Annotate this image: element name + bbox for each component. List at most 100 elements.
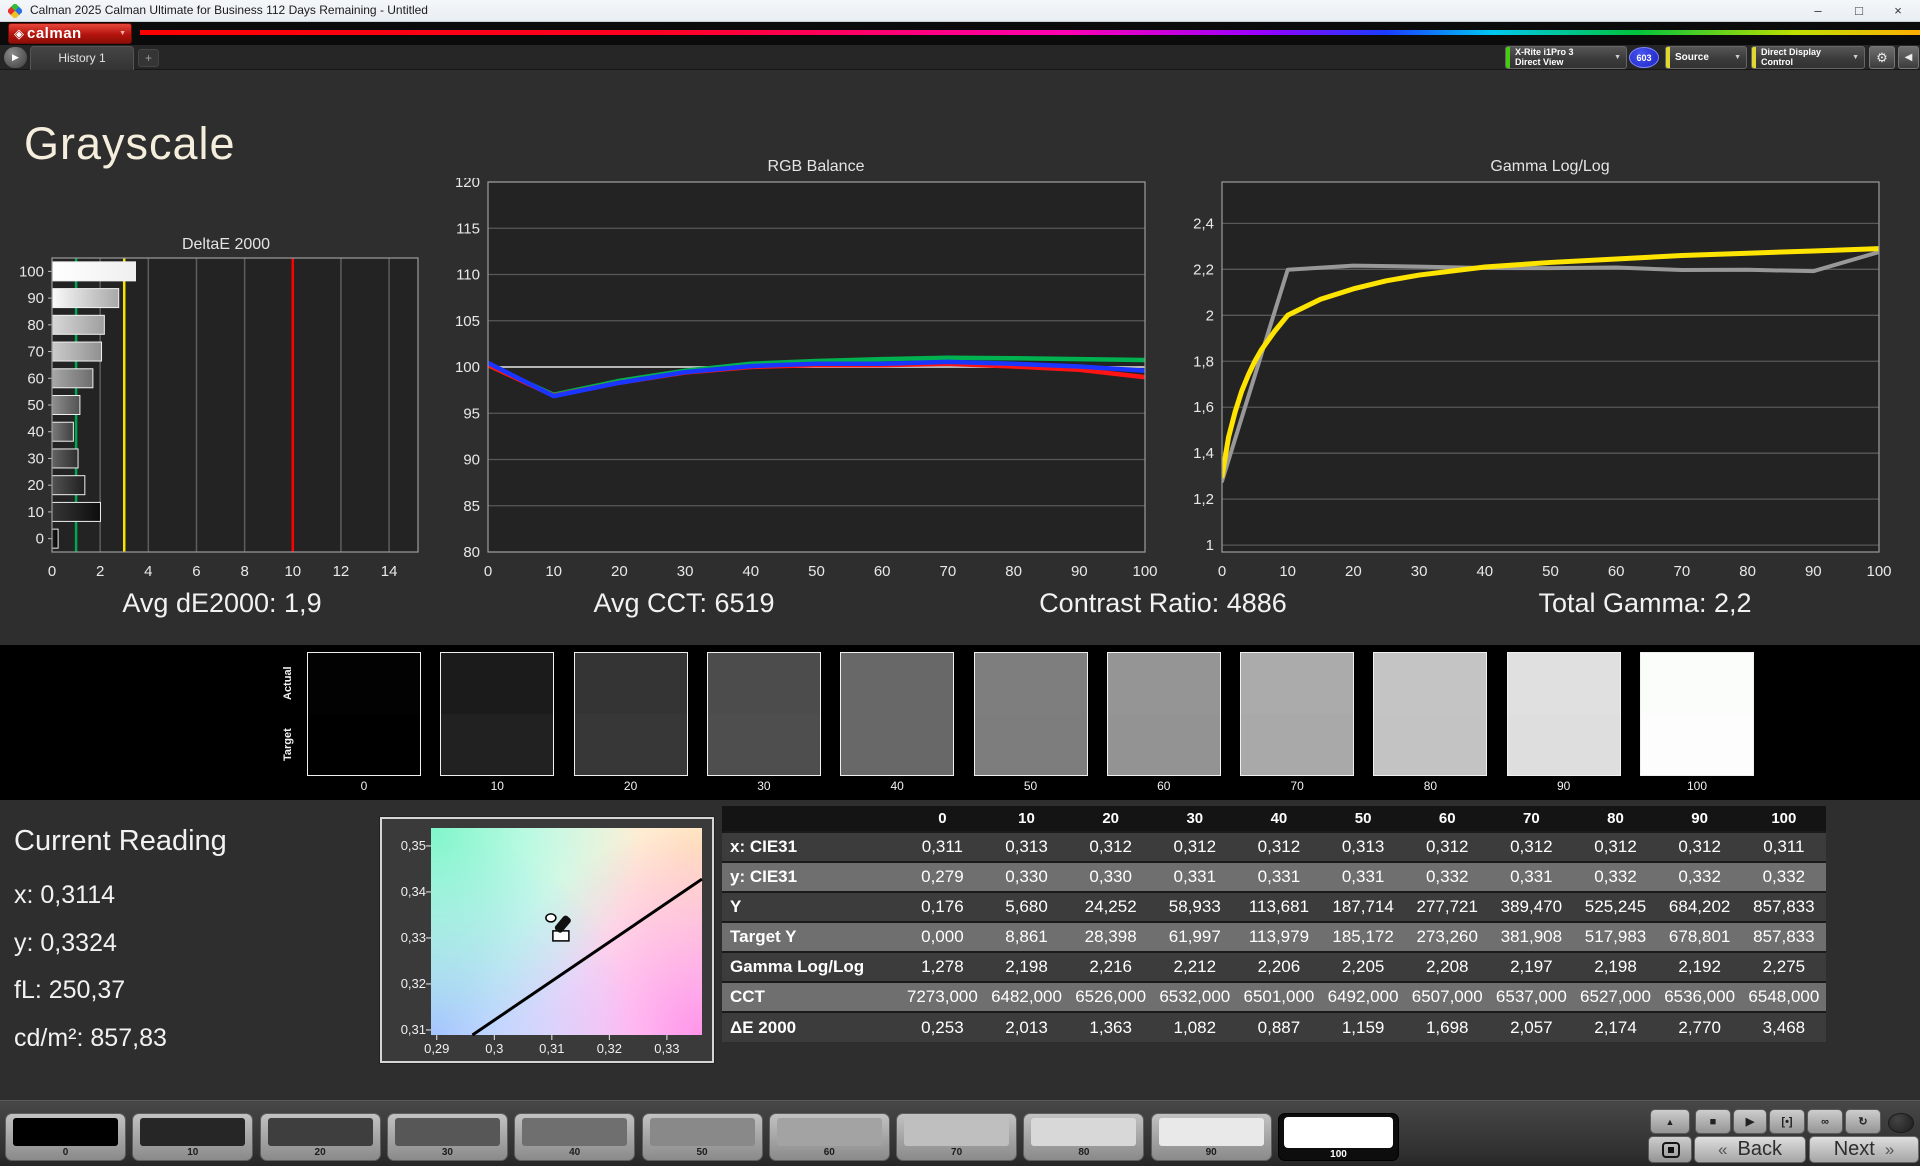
table-cell: 0,331 xyxy=(1489,861,1574,892)
close-button[interactable]: × xyxy=(1878,0,1918,22)
y-tick-label: 1 xyxy=(1206,537,1214,554)
swatch-level-label: 40 xyxy=(890,779,904,793)
cie-y-tick-label: 0,33 xyxy=(400,929,426,945)
x-tick-label: 20 xyxy=(1345,563,1362,580)
table-cell: 0,312 xyxy=(1236,831,1322,862)
step-button[interactable]: [•] xyxy=(1769,1109,1805,1134)
next-button[interactable]: Next » xyxy=(1809,1136,1919,1163)
pattern-window-button[interactable] xyxy=(1648,1136,1692,1163)
table-row: Y 0,176 5,680 24,252 58,933 113,681 187,714 277… xyxy=(722,891,1826,922)
play-button[interactable]: ▶ xyxy=(1733,1109,1767,1134)
stat-avg-cct: Avg CCT: 6519 xyxy=(593,588,775,618)
grayscale-swatch-strip: Actual Target 0 10 20 30 40 50 60 70 80 90 100 xyxy=(0,645,1920,800)
x-tick-label: 10 xyxy=(545,563,562,580)
x-tick-label: 40 xyxy=(742,563,759,580)
pattern-button-10[interactable]: 10 xyxy=(132,1113,254,1161)
settings-gear-button[interactable]: ⚙ xyxy=(1869,46,1895,69)
minimize-button[interactable]: – xyxy=(1798,0,1838,22)
row-label: y: CIE31 xyxy=(722,861,901,892)
deltae-chart-title: DeltaE 2000 xyxy=(181,236,271,253)
deltae-bar xyxy=(51,314,105,335)
calman-diamond-icon: ◈ xyxy=(14,25,24,41)
swatch-level-label: 60 xyxy=(1157,779,1171,793)
add-tab-button[interactable]: + xyxy=(138,49,159,67)
page-title: Grayscale xyxy=(24,118,236,169)
table-cell: 525,245 xyxy=(1573,891,1658,922)
pattern-button-30[interactable]: 30 xyxy=(386,1113,508,1161)
pattern-button-70[interactable]: 70 xyxy=(896,1113,1018,1161)
pattern-button-100[interactable]: 100 xyxy=(1278,1113,1399,1161)
pattern-button-60[interactable]: 60 xyxy=(768,1113,890,1161)
pattern-button-40[interactable]: 40 xyxy=(514,1113,636,1161)
pattern-button-20[interactable]: 20 xyxy=(259,1113,381,1161)
table-cell: 0,332 xyxy=(1405,861,1490,892)
table-cell: 0,313 xyxy=(984,831,1069,862)
table-cell: 6536,000 xyxy=(1657,981,1742,1012)
cie-chart-widget: 0,35 0,34 0,33 0,32 0,31 0,29 0,3 0,31 0,32 0,33 xyxy=(380,817,714,1063)
table-cell: 6526,000 xyxy=(1068,981,1153,1012)
pattern-button-80[interactable]: 80 xyxy=(1023,1113,1145,1161)
table-cell: 678,801 xyxy=(1657,921,1742,952)
table-cell: 273,260 xyxy=(1405,921,1490,952)
table-cell: 684,202 xyxy=(1657,891,1742,922)
pattern-button-50[interactable]: 50 xyxy=(641,1113,763,1161)
x-tick-label: 90 xyxy=(1071,563,1088,580)
y-tick-label: 50 xyxy=(27,397,44,414)
swatch-level-label: 0 xyxy=(360,779,368,793)
x-tick-label: 8 xyxy=(240,563,248,580)
y-tick-label: 80 xyxy=(463,544,480,561)
pattern-button-0[interactable]: 0 xyxy=(5,1113,126,1161)
y-tick-label: 110 xyxy=(456,267,480,284)
table-cell: 1,159 xyxy=(1321,1011,1406,1042)
meter-dropdown[interactable]: X-Rite i1Pro 3 Direct View ▼ xyxy=(1505,46,1627,69)
stat-total-gamma: Total Gamma: 2,2 xyxy=(1538,588,1752,618)
tab-history-1[interactable]: History 1 xyxy=(30,46,134,70)
table-cell: 0,253 xyxy=(900,1011,985,1042)
collapse-panel-button[interactable]: ◀ xyxy=(1898,46,1919,69)
daylight-locus-line xyxy=(471,877,703,1037)
tab-scroll-button[interactable]: ▶ xyxy=(4,47,27,68)
x-tick-label: 100 xyxy=(1132,563,1157,580)
table-cell: 187,714 xyxy=(1321,891,1406,922)
pattern-button-90[interactable]: 90 xyxy=(1150,1113,1272,1161)
deltae-bar xyxy=(51,528,59,549)
swatch-20 xyxy=(573,652,688,776)
table-cell: 0,279 xyxy=(900,861,985,892)
x-tick-label: 0 xyxy=(484,563,492,580)
table-cell: 185,172 xyxy=(1321,921,1406,952)
deltae-bar xyxy=(51,341,103,362)
table-cell: 7273,000 xyxy=(900,981,985,1012)
source-dropdown[interactable]: Source ▼ xyxy=(1665,46,1747,69)
stop-button[interactable]: ■ xyxy=(1695,1109,1731,1134)
table-row: Gamma Log/Log 1,278 2,198 2,216 2,212 2,206 2,… xyxy=(722,951,1826,982)
column-header: 90 xyxy=(1657,806,1742,832)
window-title: Calman 2025 Calman Ultimate for Business… xyxy=(30,3,428,17)
table-cell: 0,332 xyxy=(1657,861,1742,892)
x-tick-label: 0 xyxy=(48,563,56,580)
swatch-40 xyxy=(840,652,955,776)
y-tick-label: 70 xyxy=(27,344,44,361)
maximize-button[interactable]: □ xyxy=(1839,0,1879,22)
table-cell: 6501,000 xyxy=(1236,981,1322,1012)
y-tick-label: 90 xyxy=(27,290,44,307)
table-cell: 61,997 xyxy=(1152,921,1237,952)
deltae-bar xyxy=(51,501,101,522)
reading-y: y: 0,3324 xyxy=(14,929,117,957)
back-button[interactable]: « Back xyxy=(1694,1136,1806,1163)
table-cell: 0,887 xyxy=(1236,1011,1322,1042)
refresh-button[interactable]: ↻ xyxy=(1845,1109,1881,1134)
display-control-dropdown[interactable]: Direct Display Control ▼ xyxy=(1751,46,1865,69)
deltae-bar xyxy=(51,475,86,496)
y-tick-label: 0 xyxy=(36,531,44,548)
table-cell: 0,311 xyxy=(1741,831,1826,862)
deltae-bar xyxy=(51,448,79,469)
cie-y-tick-label: 0,32 xyxy=(400,975,426,991)
continuous-button[interactable]: ∞ xyxy=(1807,1109,1843,1134)
calman-menu-button[interactable]: ◈ calman ▼ xyxy=(8,23,132,44)
window-frame-icon xyxy=(1662,1142,1680,1158)
table-row: ΔE 2000 0,253 2,013 1,363 1,082 0,887 1,159 1,6… xyxy=(722,1011,1826,1042)
y-tick-label: 2,4 xyxy=(1193,215,1214,232)
table-cell: 1,698 xyxy=(1405,1011,1490,1042)
pattern-up-button[interactable]: ▲ xyxy=(1650,1109,1690,1134)
swatch-level-label: 30 xyxy=(757,779,771,793)
